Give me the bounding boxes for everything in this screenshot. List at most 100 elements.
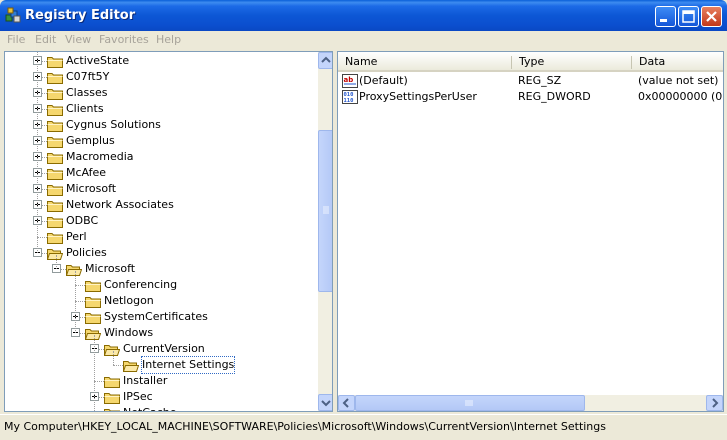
scroll-right-button[interactable] [706,395,723,411]
chevron-left-icon [342,398,349,408]
menu-edit[interactable]: Edit [35,33,56,46]
value-data: (value not set) [638,74,719,87]
folder-icon [85,313,101,324]
tree-item[interactable]: Network Associates [5,197,317,213]
tree-item-label: Perl [66,230,87,243]
value-name: ProxySettingsPerUser [359,90,477,103]
status-bar: My Computer\HKEY_LOCAL_MACHINE\SOFTWARE\… [0,414,727,440]
folder-icon [47,105,63,116]
tree-item-label: ODBC [66,214,99,227]
tree-guide-line [37,52,38,253]
column-header-data[interactable]: Data [632,52,723,72]
tree-item[interactable]: Internet Settings [5,356,317,374]
menu-file[interactable]: File [7,33,25,46]
scroll-up-button[interactable] [318,52,332,69]
tree-item-label: Classes [66,86,108,99]
tree-connector [75,285,85,286]
svg-text:ab: ab [344,76,354,84]
list-scroll-thumb[interactable] [355,395,585,411]
registry-editor-icon [5,7,21,23]
tree-item[interactable]: SystemCertificates [5,309,317,325]
binary-value-icon: 010 110 [342,90,358,104]
list-item[interactable]: ab (Default) REG_SZ (value not set) [342,73,722,89]
folder-icon [47,233,63,244]
open-folder-icon [66,265,82,276]
folder-icon [85,281,101,292]
minimize-button[interactable] [655,6,676,27]
tree-item[interactable]: CurrentVersion [5,341,317,357]
tree-item[interactable]: McAfee [5,165,317,181]
tree-item-label: Clients [66,102,104,115]
values-list[interactable]: Name Type Data ab (Default) REG_SZ (valu… [337,51,724,412]
tree-item[interactable]: Netlogon [5,293,317,309]
tree-item[interactable]: C07ft5Y [5,69,317,85]
tree-item[interactable]: Conferencing [5,277,317,293]
tree-item[interactable]: IPSec [5,389,317,405]
list-item[interactable]: 010 110 ProxySettingsPerUser REG_DWORD 0… [342,89,724,105]
folder-icon [47,153,63,164]
tree-guide-line [56,255,57,269]
folder-icon [85,297,101,308]
tree-item[interactable]: Cygnus Solutions [5,117,317,133]
title-bar[interactable]: Registry Editor [0,0,727,31]
tree-item-label: Installer [123,374,168,387]
list-horizontal-scrollbar[interactable] [338,395,723,411]
folder-icon [47,169,63,180]
tree-item[interactable]: Classes [5,85,317,101]
maximize-button[interactable] [678,6,699,27]
tree-connector [75,301,85,302]
menu-view[interactable]: View [65,33,91,46]
menu-bar: File Edit View Favorites Help [0,31,727,49]
open-folder-icon [47,249,63,260]
value-type: REG_SZ [518,74,562,87]
open-folder-icon [85,329,101,340]
tree-item-label: ActiveState [66,54,130,67]
tree-item[interactable]: Perl [5,229,317,245]
value-type: REG_DWORD [518,90,591,103]
tree-connector [37,237,47,238]
tree-item-label: Internet Settings [140,356,236,374]
tree-item-label: Macromedia [66,150,134,163]
folder-icon [104,377,120,388]
close-button[interactable] [701,6,722,27]
close-icon [706,11,717,22]
tree-item-label: Microsoft [85,262,136,275]
maximize-icon [682,10,695,23]
tree-item[interactable]: Installer [5,373,317,389]
tree-connector [94,381,104,382]
tree-item[interactable]: ODBC [5,213,317,229]
tree-item-label: Network Associates [66,198,174,211]
tree-item-label: SystemCertificates [104,310,208,323]
chevron-right-icon [712,398,719,408]
scroll-down-button[interactable] [318,394,332,411]
folder-icon [47,89,63,100]
tree-item[interactable]: ActiveState [5,53,317,69]
column-header-type[interactable]: Type [512,52,632,72]
tree-item-label: Gemplus [66,134,115,147]
tree-guide-line [113,351,114,365]
scroll-left-button[interactable] [338,395,355,411]
tree-scroll-thumb[interactable] [318,130,332,292]
folder-icon [47,217,63,228]
tree-item[interactable]: Gemplus [5,133,317,149]
folder-icon [47,73,63,84]
tree-item[interactable]: Microsoft [5,261,317,277]
registry-tree[interactable]: ActiveState C07ft5Y Classes Clients Cygnus S… [4,51,333,412]
tree-item[interactable]: Clients [5,101,317,117]
tree-item-label: Netlogon [104,294,154,307]
tree-item[interactable]: Policies [5,245,317,261]
menu-favorites[interactable]: Favorites [99,33,149,46]
tree-item[interactable]: NetCache [5,405,317,411]
string-value-icon: ab [342,74,358,88]
tree-vertical-scrollbar[interactable] [318,52,332,411]
menu-help[interactable]: Help [156,33,181,46]
tree-item-label: C07ft5Y [66,70,110,83]
column-header-name[interactable]: Name [338,52,512,72]
tree-item[interactable]: Windows [5,325,317,341]
value-data: 0x00000000 (0) [638,90,724,103]
tree-item-label: McAfee [66,166,107,179]
tree-item[interactable]: Macromedia [5,149,317,165]
folder-icon [47,57,63,68]
tree-item[interactable]: Microsoft [5,181,317,197]
folder-icon [47,185,63,196]
